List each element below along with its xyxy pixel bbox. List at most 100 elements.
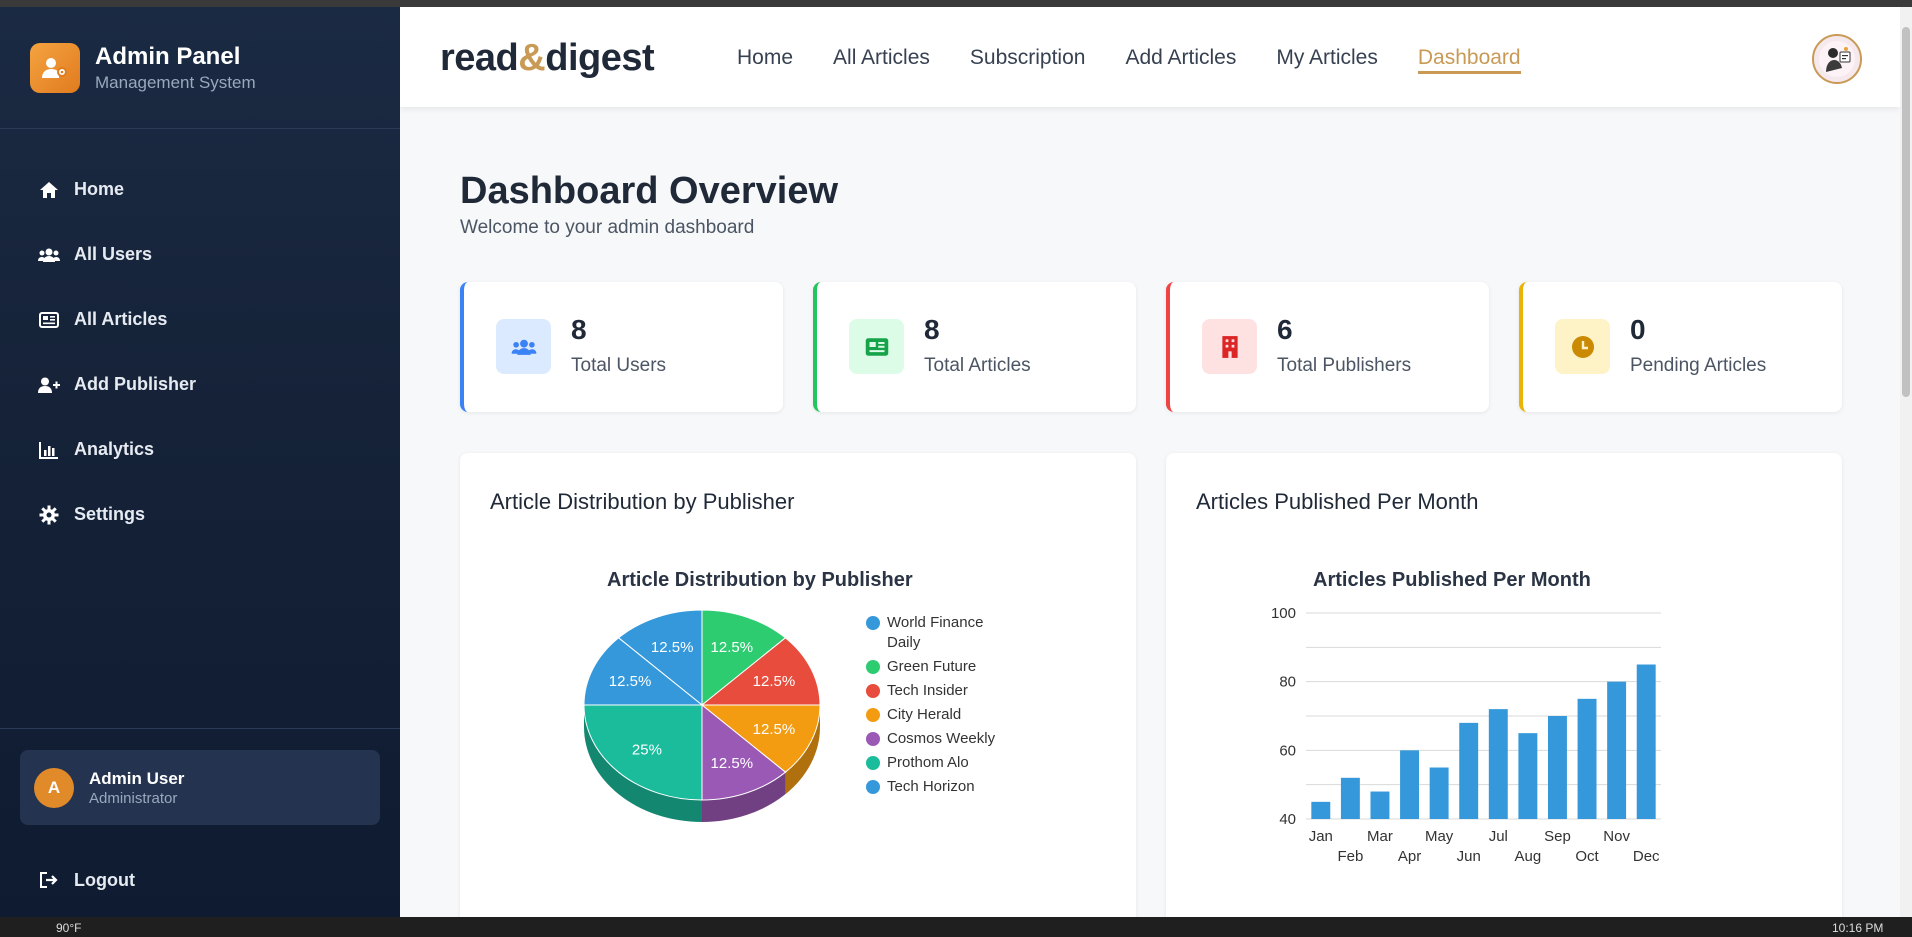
nav-add-articles[interactable]: Add Articles	[1125, 45, 1236, 74]
sidebar-item-label: All Users	[74, 244, 153, 264]
sidebar-item-settings[interactable]: Settings	[38, 482, 378, 547]
stat-card-total-articles[interactable]: 8 Total Articles	[813, 282, 1136, 412]
bar[interactable]	[1518, 733, 1538, 819]
legend-swatch	[866, 708, 880, 722]
logo-read: read	[440, 37, 519, 79]
bar[interactable]	[1488, 709, 1508, 819]
sidebar-item-analytics[interactable]: Analytics	[38, 417, 378, 482]
profile-avatar[interactable]	[1812, 34, 1862, 84]
y-tick-label: 80	[1279, 674, 1296, 691]
logout-button[interactable]: Logout	[38, 869, 135, 891]
newspaper-icon	[38, 309, 60, 331]
x-tick-label: Jul	[1489, 828, 1508, 845]
chart-title: Articles Published Per Month	[1313, 569, 1591, 591]
bar[interactable]	[1547, 716, 1567, 819]
legend-item[interactable]: Tech Horizon	[866, 777, 1006, 797]
top-header: read&digest Home All Articles Subscripti…	[400, 7, 1900, 107]
legend-label: Cosmos Weekly	[887, 730, 996, 747]
brand-title: Admin Panel	[95, 43, 241, 70]
stat-card-pending-articles[interactable]: 0 Pending Articles	[1519, 282, 1842, 412]
stat-value: 0	[1630, 314, 1646, 345]
legend-swatch	[866, 616, 880, 630]
sidebar: Admin Panel Management System Home All U…	[0, 7, 400, 917]
x-tick-label: Feb	[1337, 848, 1363, 865]
legend-item[interactable]: Cosmos Weekly	[866, 729, 1006, 749]
legend-swatch	[866, 756, 880, 770]
legend-label: City Herald	[887, 706, 962, 723]
sidebar-nav: Home All Users All Articles Add Publishe…	[38, 157, 378, 547]
nav-all-articles[interactable]: All Articles	[833, 45, 930, 74]
os-taskbar: 90°F 10:16 PM	[0, 917, 1912, 937]
bar[interactable]	[1340, 777, 1360, 819]
bar[interactable]	[1459, 722, 1479, 819]
stat-value: 6	[1277, 314, 1293, 345]
bar[interactable]	[1607, 681, 1627, 819]
nav-subscription[interactable]: Subscription	[970, 45, 1086, 74]
brand-subtitle: Management System	[95, 73, 256, 92]
nav-my-articles[interactable]: My Articles	[1276, 45, 1378, 74]
nav-dashboard[interactable]: Dashboard	[1417, 45, 1521, 74]
sidebar-item-label: Settings	[74, 504, 146, 524]
bar[interactable]	[1636, 664, 1656, 820]
legend-item[interactable]: Green Future	[866, 657, 1006, 677]
x-tick-label: Aug	[1515, 848, 1542, 865]
bar[interactable]	[1577, 698, 1597, 819]
user-role: Administrator	[89, 789, 178, 807]
stat-label: Total Articles	[924, 355, 1031, 376]
pie-chart: 12.5% 12.5% 12.5% 12.5% 12.5% 25% 12.5%	[583, 609, 821, 822]
legend-label: Tech Horizon	[887, 778, 975, 795]
logout-icon	[38, 869, 60, 891]
x-tick-label: Apr	[1398, 848, 1421, 865]
legend-item[interactable]: World Finance Daily	[866, 613, 1006, 653]
legend-swatch	[866, 684, 880, 698]
y-tick-label: 100	[1271, 605, 1296, 622]
stat-card-total-users[interactable]: 8 Total Users	[460, 282, 783, 412]
bar[interactable]	[1429, 767, 1449, 820]
users-icon	[496, 319, 551, 374]
bar[interactable]	[1400, 750, 1420, 819]
pie-data-label: 12.5%	[651, 639, 694, 656]
legend-item[interactable]: Tech Insider	[866, 681, 1006, 701]
sidebar-divider	[0, 728, 400, 729]
sidebar-item-add-publisher[interactable]: Add Publisher	[38, 352, 378, 417]
sidebar-item-home[interactable]: Home	[38, 157, 378, 222]
bar[interactable]	[1311, 801, 1331, 819]
stat-value: 8	[571, 314, 587, 345]
legend-item[interactable]: City Herald	[866, 705, 1006, 725]
x-tick-label: Mar	[1367, 828, 1393, 845]
x-tick-label: Nov	[1603, 828, 1630, 845]
bar[interactable]	[1370, 791, 1390, 819]
page-title: Dashboard Overview	[460, 170, 839, 212]
sidebar-item-all-users[interactable]: All Users	[38, 222, 378, 287]
legend-label: World Finance Daily	[887, 614, 984, 651]
home-icon	[38, 179, 60, 201]
legend-swatch	[866, 732, 880, 746]
sidebar-item-label: Analytics	[74, 439, 155, 459]
pie-data-label: 25%	[632, 741, 662, 758]
pie-data-label: 12.5%	[711, 639, 754, 656]
logo-digest: digest	[545, 37, 655, 79]
y-tick-label: 40	[1279, 811, 1296, 828]
sidebar-item-all-articles[interactable]: All Articles	[38, 287, 378, 352]
pie-data-label: 12.5%	[609, 673, 652, 690]
pie-chart-card: Article Distribution by Publisher Articl…	[460, 453, 1136, 917]
user-gear-icon	[30, 43, 80, 93]
sidebar-item-label: Home	[74, 179, 125, 199]
card-title: Article Distribution by Publisher	[490, 489, 795, 514]
avatar: A	[34, 767, 74, 808]
browser-top-strip	[0, 0, 1912, 7]
current-user-card[interactable]: A Admin User Administrator	[20, 750, 380, 825]
site-logo[interactable]: read&digest	[440, 37, 655, 80]
nav-home[interactable]: Home	[737, 45, 793, 74]
x-tick-label: Jan	[1309, 828, 1333, 845]
chart-legend: World Finance Daily Green Future Tech Insi…	[866, 613, 1006, 801]
logout-label: Logout	[74, 869, 135, 890]
scrollbar-thumb[interactable]	[1902, 27, 1910, 397]
x-tick-label: Oct	[1575, 848, 1599, 865]
y-tick-label: 60	[1279, 742, 1296, 759]
stat-card-total-publishers[interactable]: 6 Total Publishers	[1166, 282, 1489, 412]
newspaper-icon	[849, 319, 904, 374]
top-nav: Home All Articles Subscription Add Artic…	[737, 45, 1561, 74]
legend-item[interactable]: Prothom Alo	[866, 753, 1006, 773]
page-scrollbar[interactable]	[1900, 7, 1912, 917]
